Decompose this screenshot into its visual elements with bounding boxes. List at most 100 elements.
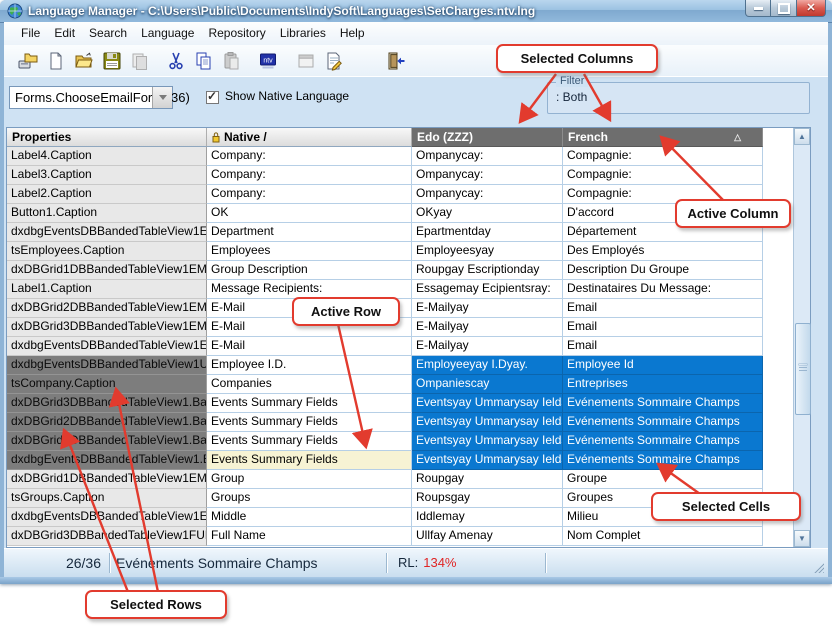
cell-native[interactable]: Company: (207, 185, 412, 204)
cell-native[interactable]: Department (207, 223, 412, 242)
cell-french[interactable]: Employee Id (563, 356, 763, 375)
cell-edo[interactable]: Employeesyay (412, 242, 563, 261)
cell-edo[interactable]: Eventsyay Ummarysay Ieldsfay (412, 394, 563, 413)
cell-french[interactable]: Groupe (563, 470, 763, 489)
show-native-checkbox[interactable]: ✓ (206, 91, 219, 104)
cell-property[interactable]: Label2.Caption (7, 185, 207, 204)
scrollbar-thumb[interactable] (795, 323, 811, 415)
cell-property[interactable]: Label1.Caption (7, 280, 207, 299)
column-header-native[interactable]: Native / (207, 128, 412, 147)
cell-edo[interactable]: Roupsgay (412, 489, 563, 508)
scroll-down-button[interactable]: ▼ (794, 530, 810, 547)
new-file-icon[interactable] (44, 49, 68, 73)
cell-property[interactable]: dxdbgEventsDBBandedTableView1EMP_ (7, 223, 207, 242)
form-selector-combobox[interactable]: Forms.ChooseEmailForm (36) (9, 86, 173, 109)
menu-search[interactable]: Search (82, 22, 134, 45)
cell-edo[interactable]: Roupgay (412, 470, 563, 489)
cell-native[interactable]: Company: (207, 147, 412, 166)
cell-native[interactable]: Events Summary Fields (207, 394, 412, 413)
close-button[interactable]: ✕ (796, 0, 826, 17)
cell-french[interactable]: Evénements Sommaire Champs (563, 432, 763, 451)
cell-property[interactable]: dxDBGrid2DBBandedTableView1.Bands (7, 413, 207, 432)
save-icon[interactable] (100, 49, 124, 73)
ntv-file-icon[interactable]: ntv (256, 49, 280, 73)
cell-native[interactable]: Employee I.D. (207, 356, 412, 375)
cell-edo[interactable]: Ompaniescay (412, 375, 563, 394)
cell-edo[interactable]: Iddlemay (412, 508, 563, 527)
menu-help[interactable]: Help (333, 22, 372, 45)
cell-native[interactable]: Groups (207, 489, 412, 508)
edit-doc-icon[interactable] (322, 49, 346, 73)
cell-property[interactable]: dxDBGrid1DBBandedTableView1EMP_G (7, 470, 207, 489)
cell-french[interactable]: Evénements Sommaire Champs (563, 394, 763, 413)
cell-property[interactable]: tsGroups.Caption (7, 489, 207, 508)
cell-native[interactable]: Group Description (207, 261, 412, 280)
cell-edo[interactable]: Eventsyay Ummarysay Ieldsfay (412, 413, 563, 432)
scroll-up-button[interactable]: ▲ (794, 128, 810, 145)
cell-native[interactable]: Full Name (207, 527, 412, 546)
cell-french[interactable]: Compagnie: (563, 147, 763, 166)
resize-grip[interactable] (812, 561, 824, 573)
new-language-icon[interactable] (16, 49, 40, 73)
cell-edo[interactable]: Eventsyay Ummarysay Ieldsfay (412, 451, 563, 470)
column-header-edo-zzz[interactable]: Edo (ZZZ) (412, 128, 563, 147)
combo-dropdown-button[interactable] (152, 87, 172, 108)
open-file-icon[interactable] (72, 49, 96, 73)
cell-property[interactable]: dxdbgEventsDBBandedTableView1EMP_ (7, 508, 207, 527)
cell-property[interactable]: tsEmployees.Caption (7, 242, 207, 261)
cell-property[interactable]: dxdbgEventsDBBandedTableView1USER (7, 356, 207, 375)
cell-property[interactable]: dxdbgEventsDBBandedTableView1EMP_ (7, 337, 207, 356)
cell-native[interactable]: Employees (207, 242, 412, 261)
cell-native[interactable]: Events Summary Fields (207, 413, 412, 432)
cell-edo[interactable]: Ompanycay: (412, 147, 563, 166)
cell-french[interactable]: Description Du Groupe (563, 261, 763, 280)
cell-property[interactable]: dxDBGrid3DBBandedTableView1EMAIL1 (7, 318, 207, 337)
title-bar[interactable]: Language Manager - C:\Users\Public\Docum… (0, 0, 832, 23)
column-header-properties[interactable]: Properties (7, 128, 207, 147)
cell-edo[interactable]: OKyay (412, 204, 563, 223)
cell-french[interactable]: Compagnie: (563, 166, 763, 185)
cell-edo[interactable]: E-Mailyay (412, 337, 563, 356)
cell-french[interactable]: Email (563, 337, 763, 356)
cut-icon[interactable] (164, 49, 188, 73)
cell-french[interactable]: Entreprises (563, 375, 763, 394)
menu-libraries[interactable]: Libraries (273, 22, 333, 45)
cell-edo[interactable]: E-Mailyay (412, 318, 563, 337)
cell-edo[interactable]: Ompanycay: (412, 185, 563, 204)
menu-repository[interactable]: Repository (201, 22, 272, 45)
cell-edo[interactable]: Employeeyay I.Dyay. (412, 356, 563, 375)
cell-property[interactable]: dxDBGrid1DBBandedTableView1.Bands (7, 432, 207, 451)
cell-property[interactable]: dxdbgEventsDBBandedTableView1.Bands (7, 451, 207, 470)
cell-edo[interactable]: Epartmentday (412, 223, 563, 242)
cell-property[interactable]: Button1.Caption (7, 204, 207, 223)
copy-icon[interactable] (192, 49, 216, 73)
minimize-button[interactable] (745, 0, 771, 17)
cell-property[interactable]: Label3.Caption (7, 166, 207, 185)
vertical-scrollbar[interactable]: ▲ ▼ (793, 128, 810, 547)
cell-property[interactable]: dxDBGrid3DBBandedTableView1FULL_N (7, 527, 207, 546)
cell-native[interactable]: Events Summary Fields (207, 432, 412, 451)
cell-property[interactable]: Label4.Caption (7, 147, 207, 166)
cell-french[interactable]: Email (563, 299, 763, 318)
column-header-french[interactable]: French△ (563, 128, 763, 147)
cell-edo[interactable]: Eventsyay Ummarysay Ieldsfay (412, 432, 563, 451)
cell-edo[interactable]: Roupgay Escriptionday (412, 261, 563, 280)
cell-edo[interactable]: Ompanycay: (412, 166, 563, 185)
cell-native[interactable]: Middle (207, 508, 412, 527)
cell-french[interactable]: Des Employés (563, 242, 763, 261)
cell-edo[interactable]: Essagemay Ecipientsray: (412, 280, 563, 299)
menu-edit[interactable]: Edit (47, 22, 82, 45)
exit-icon[interactable] (384, 49, 408, 73)
cell-french[interactable]: Email (563, 318, 763, 337)
cell-native[interactable]: OK (207, 204, 412, 223)
cell-edo[interactable]: Ullfay Amenay (412, 527, 563, 546)
cell-native[interactable]: E-Mail (207, 337, 412, 356)
cell-property[interactable]: dxDBGrid1DBBandedTableView1EMP_G (7, 261, 207, 280)
cell-native[interactable]: Group (207, 470, 412, 489)
cell-french[interactable]: Destinataires Du Message: (563, 280, 763, 299)
restore-button[interactable] (771, 0, 796, 17)
cell-property[interactable]: dxDBGrid2DBBandedTableView1EMAIL1 (7, 299, 207, 318)
menu-file[interactable]: File (14, 22, 47, 45)
cell-french[interactable]: Evénements Sommaire Champs (563, 413, 763, 432)
cell-native[interactable]: Events Summary Fields (207, 451, 412, 470)
